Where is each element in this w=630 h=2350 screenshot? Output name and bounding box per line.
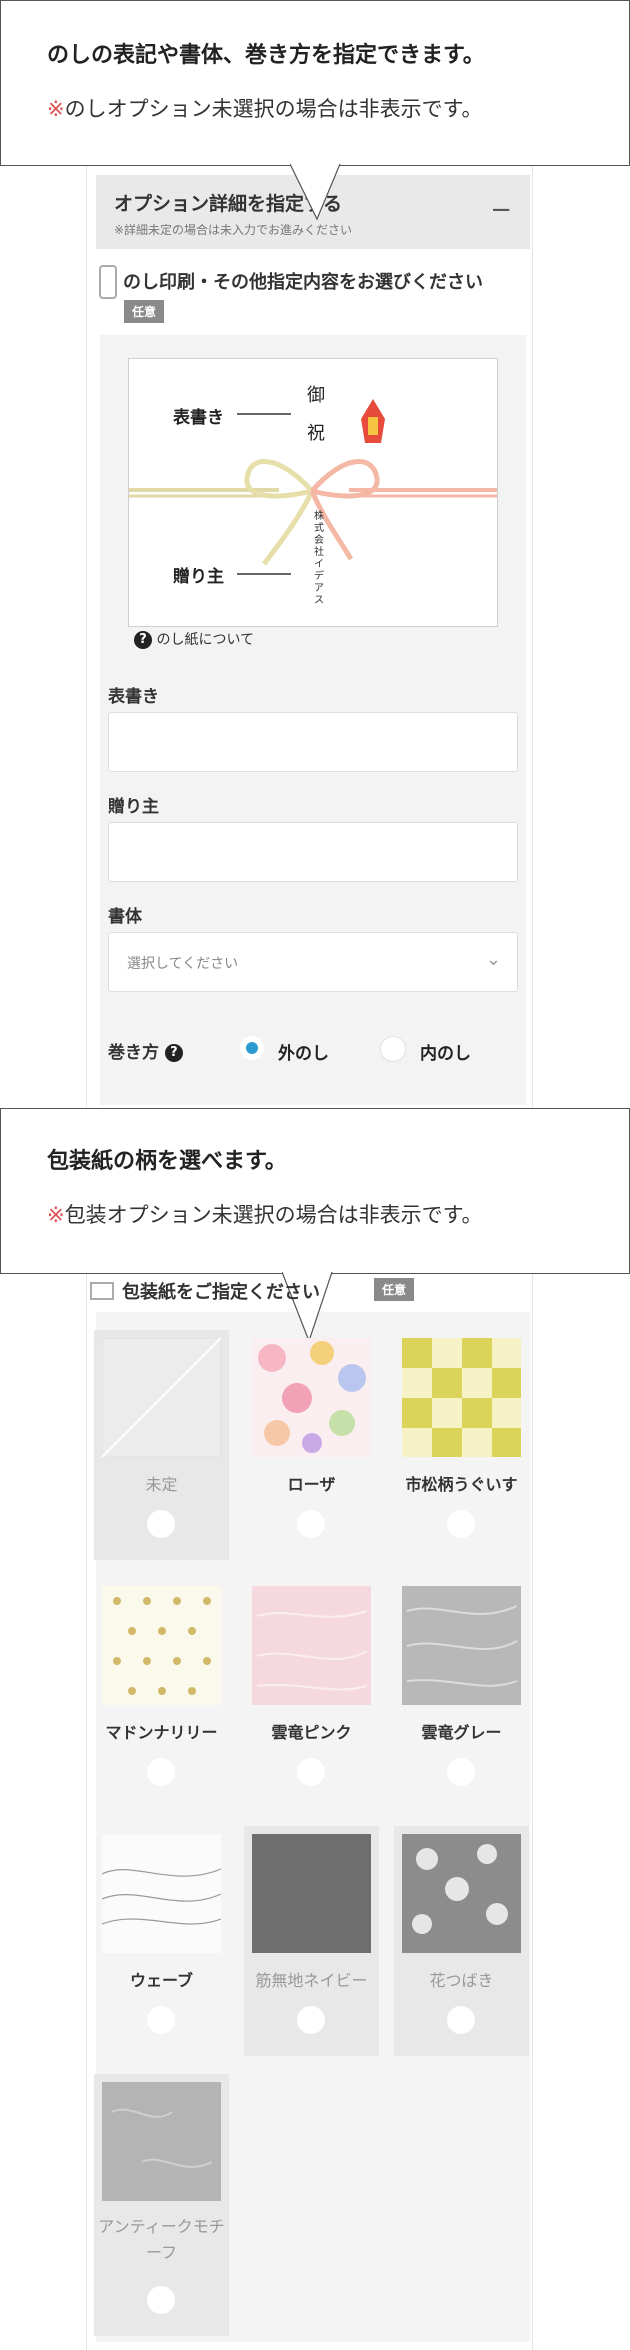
tsubaki-pattern-image — [402, 1834, 521, 1953]
wrap-tile-wave[interactable]: ウェーブ — [94, 1826, 229, 2056]
omote-input[interactable] — [108, 712, 518, 772]
font-label: 書体 — [108, 907, 142, 927]
radio-uchinoshi-label[interactable]: 内のし — [420, 1039, 471, 1064]
help-icon[interactable]: ? — [164, 1044, 183, 1062]
font-select[interactable]: 選択してください ⌄ — [108, 932, 518, 992]
wrap-tile-tsubaki[interactable]: 花つばき — [394, 1826, 529, 2056]
wrap-tile-name: 雲竜グレー — [421, 1723, 502, 1742]
radio-uchinoshi[interactable] — [380, 1036, 406, 1062]
madonna-lily-pattern-image — [102, 1586, 221, 1705]
noshi-about-link[interactable]: ? のし紙について — [134, 629, 254, 649]
radio-sotonoshi[interactable] — [240, 1036, 264, 1060]
antique-motif-pattern-image — [102, 2082, 221, 2201]
wrap-tile-madonna[interactable]: マドンナリリー — [94, 1578, 229, 1808]
wrap-tile-name: 未定 — [145, 1475, 178, 1494]
wrap-radio[interactable] — [447, 1758, 475, 1786]
okuri-input[interactable] — [108, 822, 518, 882]
wrap-tile-name: 雲竜ピンク — [271, 1723, 352, 1742]
optional-badge: 任意 — [124, 300, 165, 323]
undecided-pattern-image — [102, 1338, 221, 1457]
wrap-tile-ichimatsu[interactable]: 市松柄うぐいす — [394, 1330, 529, 1560]
noshi-top-char1: 御 — [307, 385, 325, 406]
wrap-radio[interactable] — [447, 1510, 475, 1538]
wrap-radio[interactable] — [297, 1510, 325, 1538]
wrap-tile-name: 市松柄うぐいす — [405, 1475, 518, 1494]
callout-noshi-pointer — [290, 163, 341, 221]
callout-wrapping: 包装紙の柄を選べます。 ※包装オプション未選択の場合は非表示です。 — [0, 1108, 630, 1274]
wrap-tile-name: ウェーブ — [129, 1971, 194, 1990]
wrap-tile-name: アンティークモチーフ — [98, 2217, 225, 2262]
callout-noshi-note: ※のしオプション未選択の場合は非表示です。 — [47, 97, 483, 121]
unryu-gray-pattern-image — [402, 1586, 521, 1705]
help-icon: ? — [134, 631, 152, 649]
noshi-section-title: のし印刷・その他指定内容をお選びください — [123, 272, 483, 293]
wrap-style-label-text: 巻き方 — [108, 1043, 159, 1063]
wrapping-icon — [90, 1282, 114, 1300]
font-select-placeholder: 選択してください — [127, 956, 239, 972]
wrap-radio[interactable] — [447, 2006, 475, 2034]
callout-noshi-title: のしの表記や書体、巻き方を指定できます。 — [47, 43, 485, 68]
wrap-radio[interactable] — [147, 2286, 175, 2314]
noshi-sample-image: 御 祝 表書き 贈り主 株式会社イデアス — [128, 358, 498, 627]
wrapping-section-title: 包装紙をご指定ください — [122, 1282, 320, 1303]
optional-badge: 任意 — [374, 1278, 415, 1301]
collapse-toggle-icon[interactable]: − — [490, 197, 512, 223]
noshi-vertical-company: 株式会社イデアス — [314, 511, 324, 606]
wrap-tile-name: ローザ — [287, 1475, 336, 1494]
gift-icon — [99, 265, 117, 299]
wrap-tile-rosa[interactable]: ローザ — [244, 1330, 379, 1560]
rosa-pattern-image — [252, 1338, 371, 1457]
wrap-tile-unryu-gray[interactable]: 雲竜グレー — [394, 1578, 529, 1808]
okuri-label: 贈り主 — [108, 797, 159, 817]
wrap-radio[interactable] — [147, 1510, 175, 1538]
ichimatsu-pattern-image — [402, 1338, 521, 1457]
wrap-tile-name: 花つばき — [429, 1971, 494, 1990]
wrap-tile-navy[interactable]: 筋無地ネイビー — [244, 1826, 379, 2056]
wrap-radio[interactable] — [147, 1758, 175, 1786]
wrap-radio[interactable] — [297, 1758, 325, 1786]
radio-sotonoshi-label[interactable]: 外のし — [278, 1039, 329, 1064]
wrap-style-label: 巻き方 ? — [108, 1038, 183, 1063]
unryu-pink-pattern-image — [252, 1586, 371, 1705]
wrap-tile-name: マドンナリリー — [105, 1723, 218, 1742]
noshi-about-link-text: のし紙について — [156, 632, 255, 648]
navy-stripe-pattern-image — [252, 1834, 371, 1953]
wrap-tile-name: 筋無地ネイビー — [255, 1971, 368, 1990]
callout-wrapping-note: ※包装オプション未選択の場合は非表示です。 — [47, 1203, 483, 1227]
wrap-tile-antique[interactable]: アンティークモチーフ — [94, 2074, 229, 2336]
wave-pattern-image — [102, 1834, 221, 1953]
omote-label: 表書き — [108, 687, 159, 707]
noshi-label-okuri: 贈り主 — [173, 567, 224, 587]
wrap-radio[interactable] — [147, 2006, 175, 2034]
wrap-tile-mitei[interactable]: 未定 — [94, 1330, 229, 1560]
noshi-label-omote: 表書き — [173, 408, 224, 428]
chevron-down-icon: ⌄ — [485, 949, 501, 970]
wrap-radio[interactable] — [297, 2006, 325, 2034]
wrap-tile-unryu-pink[interactable]: 雲竜ピンク — [244, 1578, 379, 1808]
noshi-top-char2: 祝 — [307, 423, 325, 444]
callout-noshi: のしの表記や書体、巻き方を指定できます。 ※のしオプション未選択の場合は非表示で… — [0, 0, 630, 166]
options-detail-subtitle: ※詳細未定の場合は未入力でお進みください — [114, 223, 353, 237]
callout-wrapping-title: 包装紙の柄を選べます。 — [47, 1149, 287, 1174]
